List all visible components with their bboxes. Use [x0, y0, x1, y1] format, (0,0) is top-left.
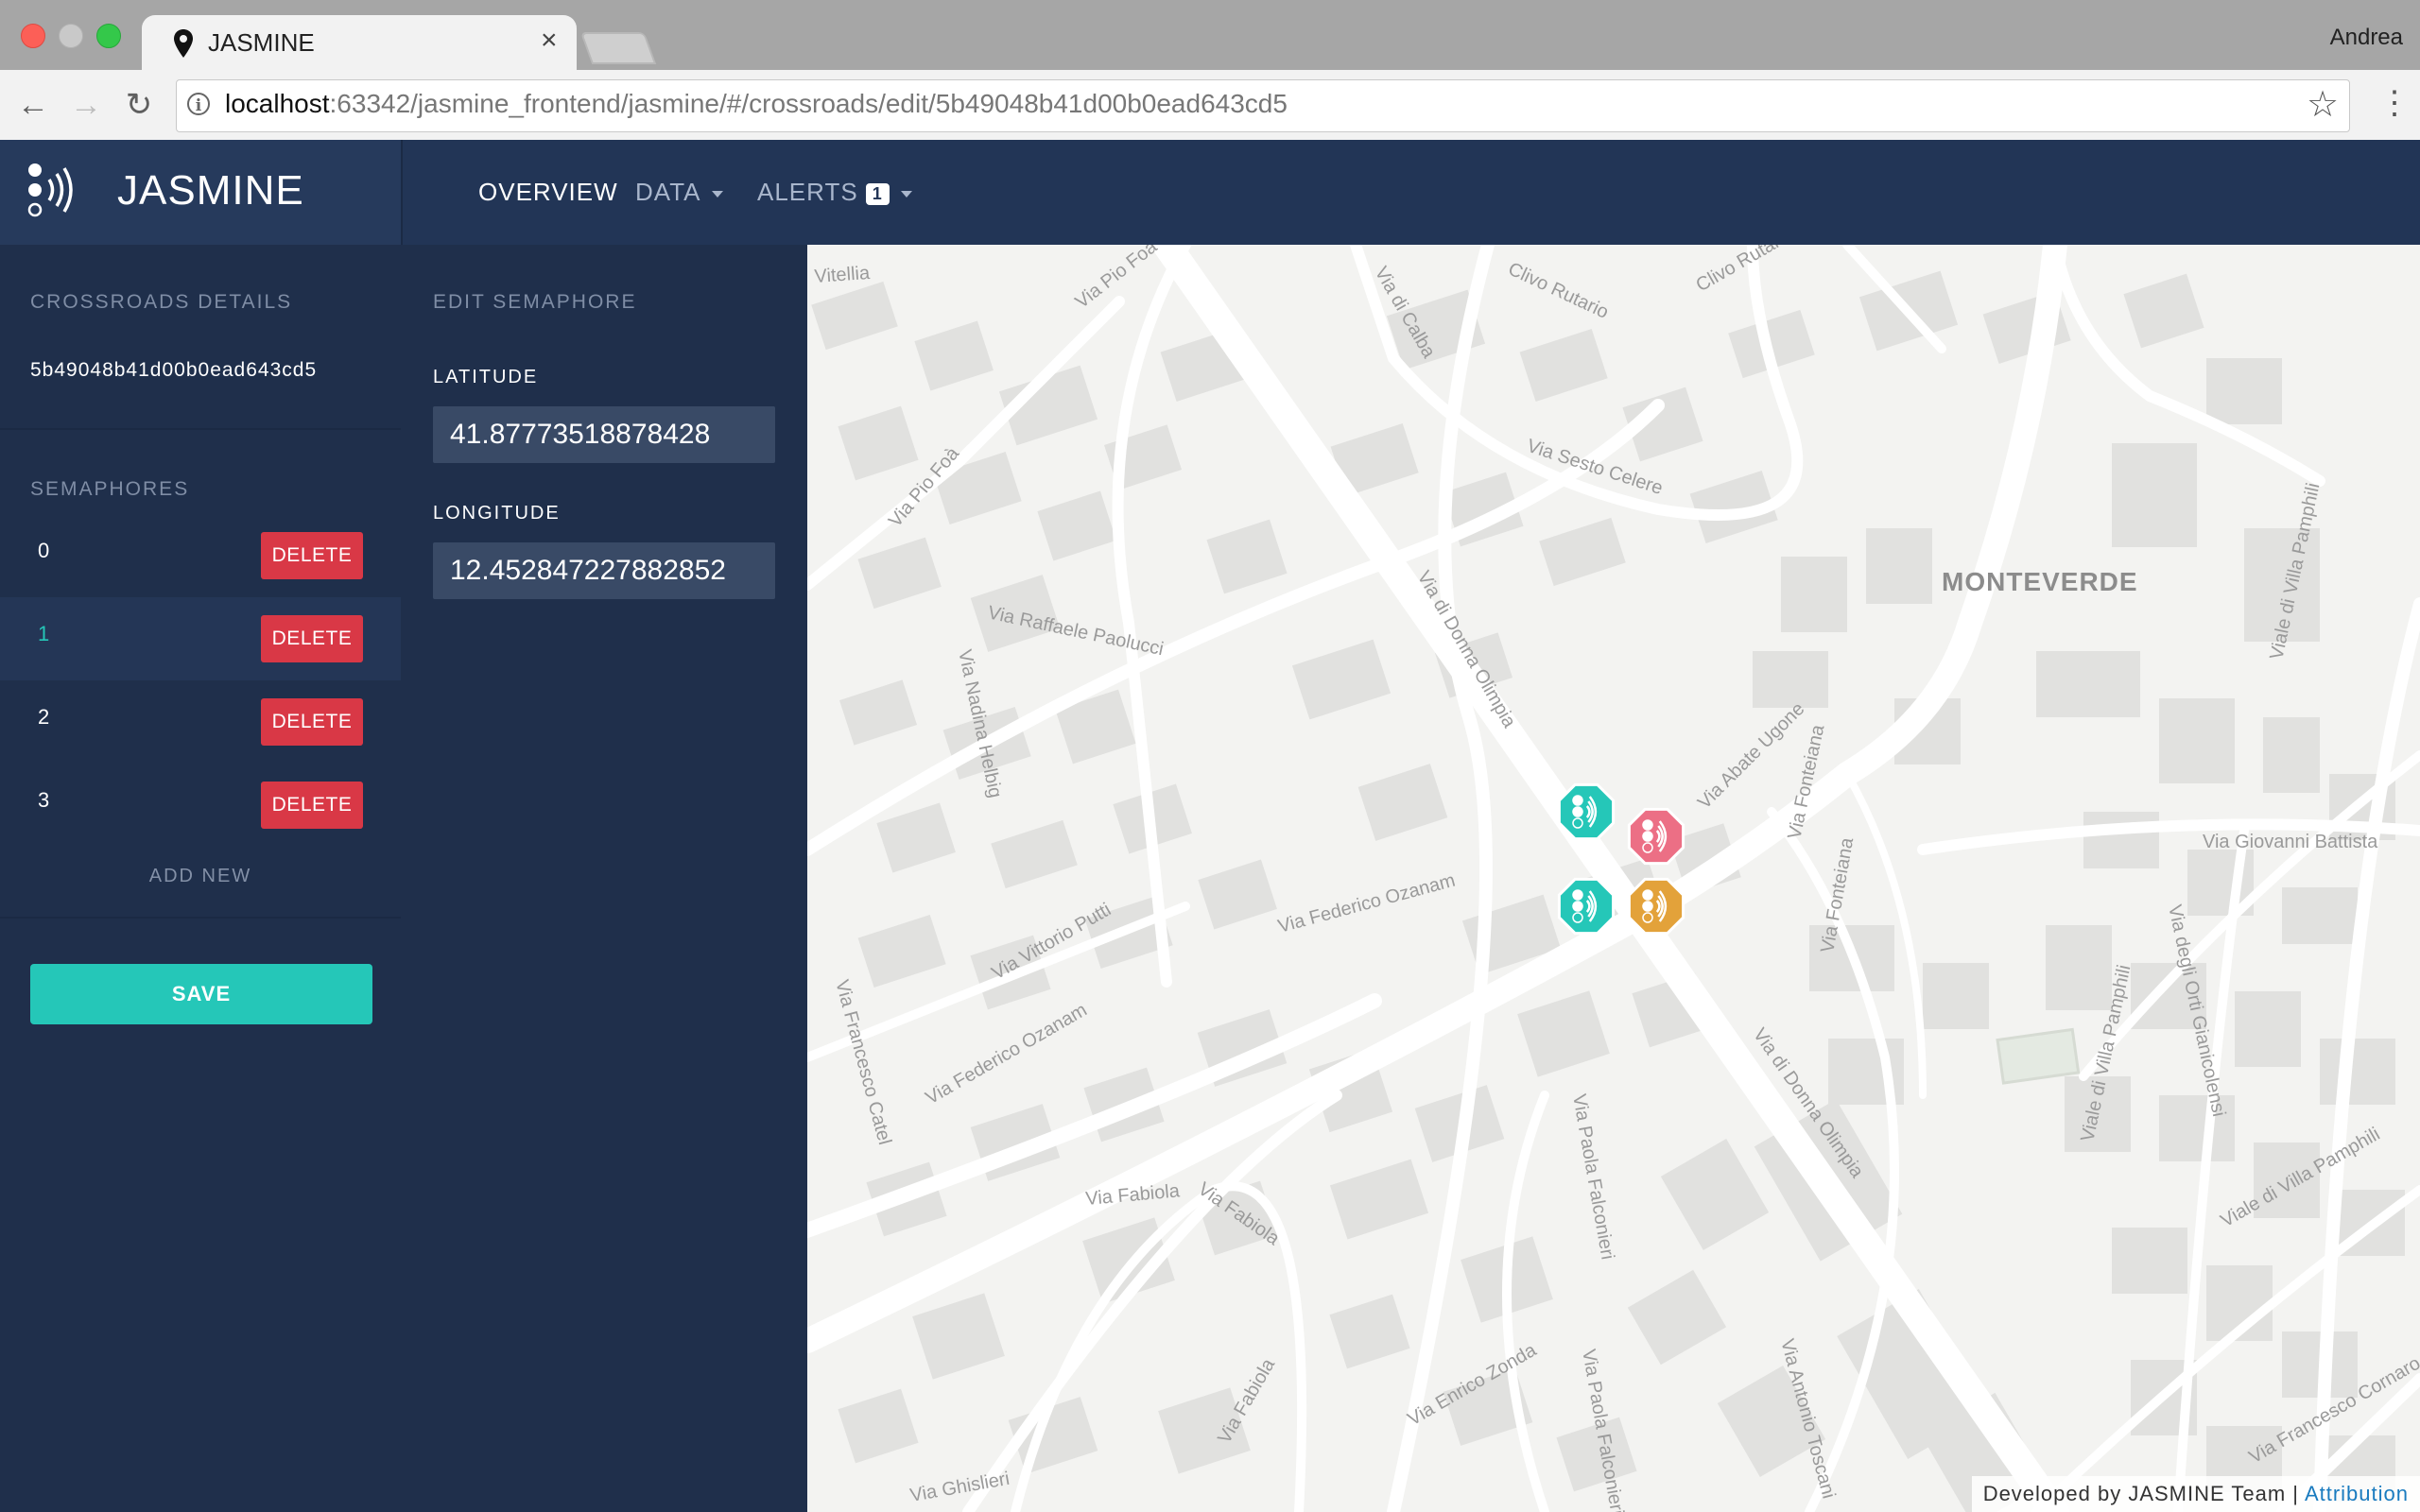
- attribution-link[interactable]: Attribution: [2305, 1482, 2409, 1505]
- nav-data-dropdown[interactable]: DATA: [635, 178, 724, 207]
- edit-semaphore-heading: EDIT SEMAPHORE: [433, 291, 637, 313]
- divider: [0, 428, 401, 430]
- street-label: Via Giovanni Battista: [2203, 832, 2378, 852]
- info-icon[interactable]: i: [187, 93, 210, 115]
- nav-overview[interactable]: OVERVIEW: [478, 178, 618, 207]
- nav-alerts-label: ALERTS: [757, 178, 858, 206]
- footer-credit: Developed by JASMINE Team |: [1982, 1482, 2300, 1505]
- street-label: Via Paola Falconieri: [1568, 1092, 1617, 1262]
- semaphore-row[interactable]: 3 DELETE: [0, 764, 401, 847]
- profile-name[interactable]: Andrea: [2330, 25, 2403, 51]
- semaphore-label[interactable]: 0: [38, 539, 49, 563]
- street-label: Via Federico Ozanam: [923, 1000, 1091, 1109]
- park-area: [1996, 1027, 2081, 1085]
- delete-semaphore-button[interactable]: DELETE: [261, 698, 363, 746]
- nav-alerts-dropdown[interactable]: ALERTS 1: [757, 178, 912, 207]
- delete-semaphore-button[interactable]: DELETE: [261, 615, 363, 662]
- longitude-label: LONGITUDE: [433, 503, 561, 524]
- maximize-window-button[interactable]: [96, 24, 121, 48]
- map-canvas[interactable]: Vitellia Via Pio Foà Via di Calba Clivo …: [807, 245, 2420, 1512]
- semaphore-label[interactable]: 2: [38, 705, 49, 730]
- semaphore-marker-3[interactable]: [1627, 877, 1685, 936]
- save-button[interactable]: SAVE: [30, 964, 372, 1024]
- semaphore-label[interactable]: 3: [38, 788, 49, 813]
- street-label: Clivo Rutario: [1505, 259, 1612, 323]
- jasmine-logo-icon: [27, 163, 73, 217]
- crossroads-id: 5b49048b41d00b0ead643cd5: [30, 359, 318, 381]
- minimize-window-button[interactable]: [59, 24, 83, 48]
- semaphores-heading: SEMAPHORES: [30, 478, 190, 500]
- street-label: Clivo Rutario: [1693, 245, 1797, 296]
- chevron-down-icon: [712, 190, 724, 198]
- latitude-label: LATITUDE: [433, 367, 539, 387]
- map-pin-icon: [174, 29, 193, 58]
- close-tab-icon[interactable]: ×: [541, 26, 558, 56]
- back-arrow-icon[interactable]: ←: [15, 87, 51, 123]
- delete-semaphore-button[interactable]: DELETE: [261, 532, 363, 579]
- street-label: Via Federico Ozanam: [1276, 870, 1458, 937]
- browser-tab[interactable]: [142, 15, 577, 70]
- new-tab-button[interactable]: [579, 32, 657, 64]
- add-new-semaphore-link[interactable]: ADD NEW: [0, 866, 401, 887]
- semaphore-marker-2[interactable]: [1557, 877, 1616, 936]
- map-view[interactable]: Vitellia Via Pio Foà Via di Calba Clivo …: [807, 245, 2420, 1512]
- brand-title[interactable]: JASMINE: [117, 167, 304, 215]
- chevron-down-icon: [900, 190, 912, 198]
- map-footer: Developed by JASMINE Team | Attribution: [1971, 1476, 2420, 1512]
- semaphore-row-active[interactable]: 1 DELETE: [0, 597, 401, 680]
- nav-data-label: DATA: [635, 178, 701, 206]
- crossroads-details-heading: CROSSROADS DETAILS: [30, 291, 293, 313]
- street-label: Via Ghislieri: [908, 1469, 1011, 1506]
- tab-title: JASMINE: [208, 28, 315, 57]
- semaphore-row[interactable]: 0 DELETE: [0, 514, 401, 597]
- district-label: MONTEVERDE: [1942, 567, 2138, 596]
- street-label: Via Abate Ugone: [1694, 698, 1808, 813]
- semaphore-row[interactable]: 2 DELETE: [0, 680, 401, 764]
- url-text[interactable]: localhost:63342/jasmine_frontend/jasmine…: [225, 89, 1288, 119]
- divider: [0, 917, 401, 919]
- close-window-button[interactable]: [21, 24, 45, 48]
- bookmark-star-icon[interactable]: ☆: [2307, 83, 2339, 126]
- semaphore-marker-0[interactable]: [1557, 782, 1616, 841]
- alerts-count-badge: 1: [865, 182, 890, 205]
- semaphore-marker-1[interactable]: [1627, 807, 1685, 866]
- street-label: Vitellia: [814, 263, 872, 287]
- semaphore-label[interactable]: 1: [38, 622, 49, 646]
- browser-menu-icon[interactable]: ⋮: [2378, 85, 2411, 121]
- latitude-input[interactable]: [433, 406, 775, 463]
- forward-arrow-icon[interactable]: →: [68, 87, 104, 123]
- longitude-input[interactable]: [433, 542, 775, 599]
- delete-semaphore-button[interactable]: DELETE: [261, 782, 363, 829]
- reload-icon[interactable]: ↻: [121, 87, 157, 123]
- street-label: Via Francesco Catel: [831, 978, 895, 1147]
